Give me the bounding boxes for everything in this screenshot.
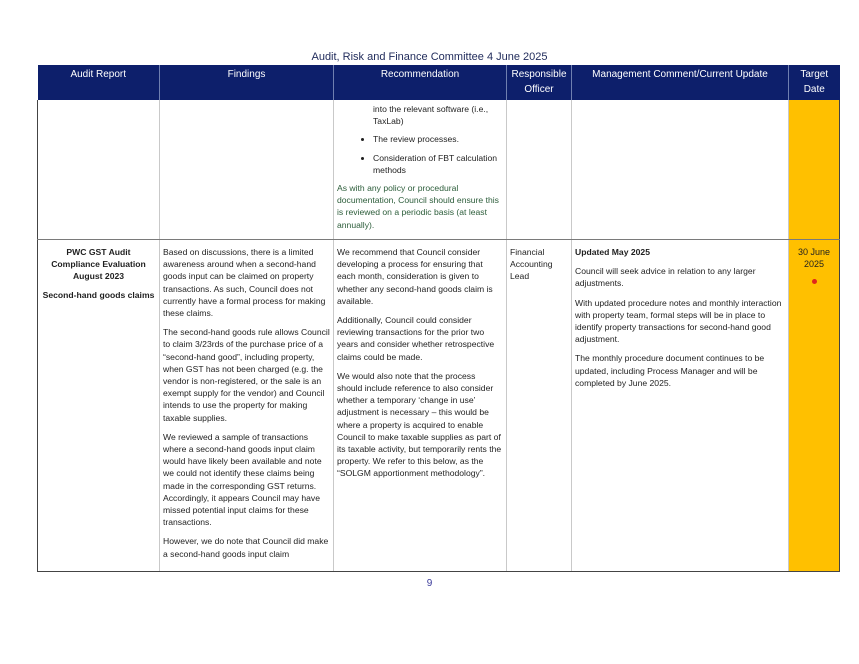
finding-paragraph: However, we do note that Council did mak… [163,536,329,559]
management-paragraph: Council will seek advice in relation to … [575,266,756,289]
header-recommendation: Recommendation [333,65,507,100]
cell-audit-report-empty [37,100,160,240]
recommendation-paragraph: We recommend that Council consider devel… [337,247,493,306]
cell-target-empty [788,100,840,240]
list-item: into the relevant software (i.e., TaxLab… [373,104,489,127]
header-management-comment: Management Comment/Current Update [571,65,789,100]
cell-findings: Based on discussions, there is a limited… [159,239,334,572]
header-responsible-line2: Officer [524,84,554,95]
finding-paragraph: Based on discussions, there is a limited… [163,247,326,319]
list-item: The review processes. [373,133,503,145]
management-heading: Updated May 2025 [575,247,650,257]
table-row: PWC GST Audit Compliance Evaluation Augu… [37,239,840,572]
document-title: Audit, Risk and Finance Committee 4 June… [311,51,548,63]
header-target-line2: Date [803,84,825,95]
cell-management-comment: Updated May 2025 Council will seek advic… [571,239,789,572]
recommendation-paragraph: Additionally, Council could consider rev… [337,315,495,362]
header-responsible-line1: Responsible [511,69,567,80]
recommendation-paragraph: We would also note that the process shou… [337,370,502,479]
header-target-date: Target Date [788,65,840,100]
cell-audit-report: PWC GST Audit Compliance Evaluation Augu… [37,239,160,572]
header-responsible-officer: Responsible Officer [506,65,572,100]
cell-recommendation-continued: into the relevant software (i.e., TaxLab… [333,100,507,240]
audit-actions-table: Audit Report Findings Recommendation Res… [37,65,840,572]
audit-report-subtitle: Second-hand goods claims [42,289,155,300]
recommendation-bullet-list: into the relevant software (i.e., TaxLab… [337,103,503,176]
header-target-line1: Target [800,69,829,80]
cell-findings-empty [159,100,334,240]
cell-target-date: 30 June 2025 [788,239,840,572]
header-findings: Findings [159,65,334,100]
cell-management-empty [571,100,789,240]
management-paragraph: With updated procedure notes and monthly… [575,297,782,345]
status-dot-icon [811,279,817,284]
header-audit-report: Audit Report [37,65,160,100]
audit-report-title: PWC GST Audit Compliance Evaluation Augu… [51,247,146,282]
table-header-row: Audit Report Findings Recommendation Res… [37,65,840,100]
finding-paragraph: We reviewed a sample of transactions whe… [163,431,322,528]
table-row-continued: into the relevant software (i.e., TaxLab… [37,100,840,240]
cell-officer-empty [506,100,572,240]
recommendation-note: As with any policy or procedural documen… [337,183,499,230]
list-item: Consideration of FBT calculation methods [373,152,503,176]
cell-responsible-officer: Financial Accounting Lead [506,239,572,572]
page-number: 9 [426,578,433,589]
management-paragraph: The monthly procedure document continues… [575,353,765,388]
cell-recommendation: We recommend that Council consider devel… [333,239,507,572]
finding-paragraph: The second-hand goods rule allows Counci… [163,327,330,423]
target-date-value: 30 June 2025 [797,247,831,269]
